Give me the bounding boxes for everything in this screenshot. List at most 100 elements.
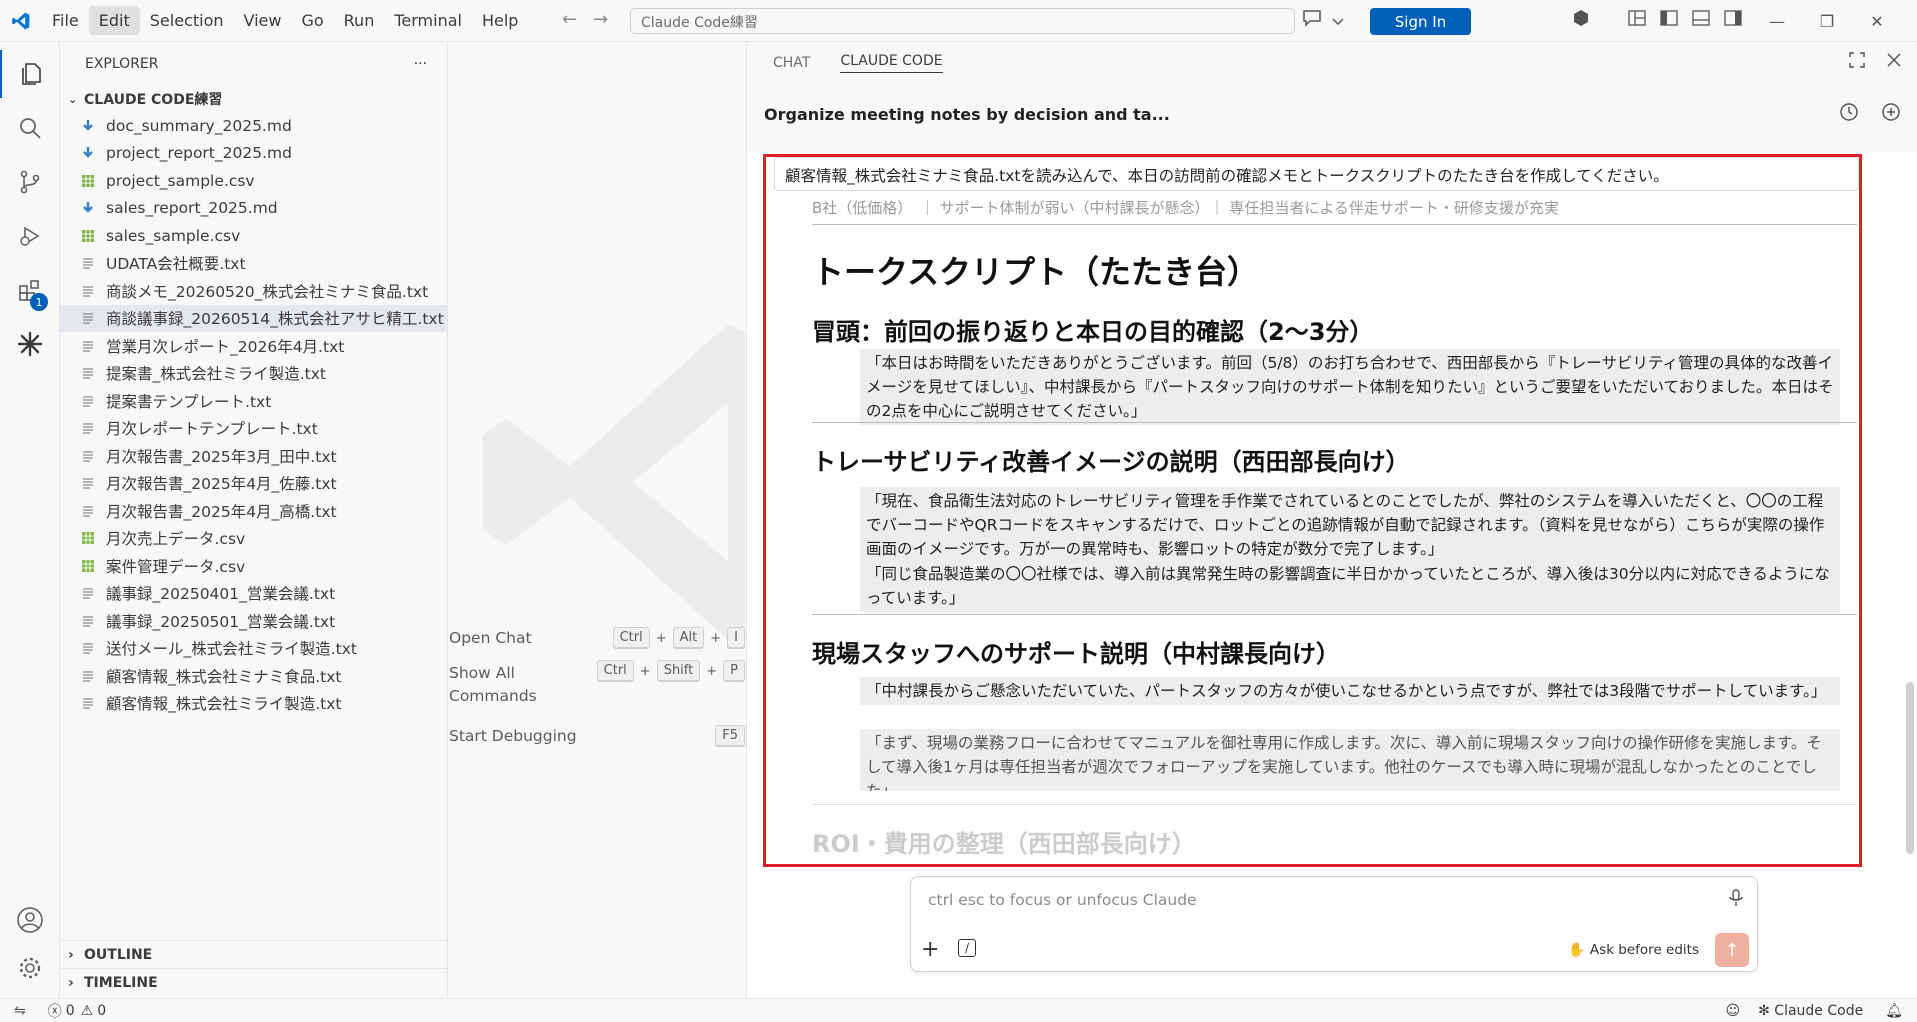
file-item[interactable]: project_report_2025.md — [60, 140, 447, 168]
account-icon[interactable] — [0, 896, 60, 944]
file-item[interactable]: 送付メール_株式会社ミライ製造.txt — [60, 635, 447, 663]
command-center-search[interactable]: Claude Code練習 — [630, 8, 1295, 34]
menu-view[interactable]: View — [234, 6, 292, 35]
csv-file-icon — [76, 559, 100, 573]
file-name: 月次報告書_2025年3月_田中.txt — [106, 447, 337, 466]
copilot-icon[interactable] — [1572, 9, 1590, 31]
close-window-icon[interactable]: ✕ — [1852, 0, 1902, 42]
file-item[interactable]: project_sample.csv — [60, 167, 447, 195]
key: P — [723, 660, 745, 682]
file-item[interactable]: 月次報告書_2025年4月_佐藤.txt — [60, 470, 447, 498]
menu-go[interactable]: Go — [291, 6, 333, 35]
file-item[interactable]: 営業月次レポート_2026年4月.txt — [60, 332, 447, 360]
prompt-input[interactable]: ctrl esc to focus or unfocus Claude — [928, 891, 1197, 909]
file-item[interactable]: 月次報告書_2025年3月_田中.txt — [60, 442, 447, 470]
toggle-sidebar-icon[interactable] — [1660, 9, 1678, 31]
txt-file-icon — [76, 311, 100, 325]
microphone-icon[interactable] — [1729, 889, 1743, 911]
vscode-logo-icon — [0, 0, 42, 42]
file-name: UDATA会社概要.txt — [106, 255, 246, 274]
vscode-watermark-icon — [459, 292, 745, 676]
close-panel-icon[interactable] — [1887, 52, 1901, 72]
file-name: 議事録_20250401_営業会議.txt — [106, 585, 336, 604]
menu-selection[interactable]: Selection — [140, 6, 234, 35]
panel-scrollbar[interactable] — [1906, 682, 1914, 854]
warning-icon[interactable]: ⚠ — [81, 1003, 94, 1019]
file-item[interactable]: 案件管理データ.csv — [60, 552, 447, 580]
maximize-icon[interactable] — [1849, 52, 1865, 72]
file-item[interactable]: 商談議事録_20260514_株式会社アサヒ精工.txt — [60, 304, 447, 332]
claude-code-status[interactable]: ✻ Claude Code — [1758, 1003, 1863, 1019]
error-icon[interactable]: ⓧ — [48, 1001, 62, 1021]
explorer-icon[interactable] — [0, 50, 60, 98]
ask-mode-toggle[interactable]: ✋ Ask before edits — [1568, 942, 1699, 958]
file-item[interactable]: sales_sample.csv — [60, 222, 447, 250]
chevron-down-icon[interactable] — [1332, 11, 1344, 30]
source-control-icon[interactable] — [0, 158, 60, 206]
section-heading-traceability: トレーサビリティ改善イメージの説明（西田部長向け） — [812, 448, 1410, 476]
txt-file-icon — [76, 614, 100, 628]
forward-arrow-icon[interactable]: → — [593, 9, 608, 30]
file-name: 提案書テンプレート.txt — [106, 392, 272, 411]
run-debug-icon[interactable] — [0, 212, 60, 260]
settings-gear-icon[interactable] — [0, 944, 60, 992]
user-message[interactable]: 顧客情報_株式会社ミナミ食品.txtを読み込んで、本日の訪問前の確認メモとトーク… — [774, 157, 1859, 191]
history-icon[interactable] — [1839, 102, 1859, 126]
file-item[interactable]: 提案書テンプレート.txt — [60, 387, 447, 415]
send-button[interactable]: ↑ — [1715, 933, 1749, 967]
search-icon[interactable] — [0, 104, 60, 152]
file-item[interactable]: UDATA会社概要.txt — [60, 250, 447, 278]
more-actions-icon[interactable]: ··· — [414, 56, 427, 72]
toggle-secondary-sidebar-icon[interactable] — [1724, 9, 1742, 31]
file-item[interactable]: 提案書_株式会社ミライ製造.txt — [60, 360, 447, 388]
csv-file-icon — [76, 531, 100, 545]
sign-in-button[interactable]: Sign In — [1370, 8, 1471, 35]
menu-run[interactable]: Run — [334, 6, 385, 35]
file-item[interactable]: 月次報告書_2025年4月_高橋.txt — [60, 497, 447, 525]
explorer-sidebar: EXPLORER ··· ⌄ CLAUDE CODE練習 doc_summary… — [60, 42, 448, 998]
extensions-icon[interactable]: 1 — [0, 266, 60, 314]
notifications-bell-icon[interactable]: 🔔︎ — [1885, 1003, 1903, 1019]
conversation-title[interactable]: Organize meeting notes by decision and t… — [764, 105, 1170, 124]
back-arrow-icon[interactable]: ← — [562, 9, 577, 30]
add-attachment-icon[interactable]: + — [921, 937, 939, 962]
toggle-panel-icon[interactable] — [1692, 9, 1710, 31]
menu-edit[interactable]: Edit — [88, 6, 140, 35]
copilot-status-icon[interactable]: ☺ — [1726, 1003, 1741, 1019]
menu-help[interactable]: Help — [472, 6, 528, 35]
restore-icon[interactable]: ❐ — [1802, 0, 1852, 42]
file-item[interactable]: 商談メモ_20260520_株式会社ミナミ食品.txt — [60, 277, 447, 305]
warning-count[interactable]: 0 — [97, 1003, 106, 1019]
chat-icon[interactable] — [1302, 9, 1322, 31]
error-count[interactable]: 0 — [66, 1003, 75, 1019]
tab-claude-code[interactable]: CLAUDE CODE — [840, 53, 943, 73]
workspace-folder[interactable]: ⌄ CLAUDE CODE練習 — [60, 86, 447, 112]
file-item[interactable]: 顧客情報_株式会社ミナミ食品.txt — [60, 662, 447, 690]
file-item[interactable]: 月次売上データ.csv — [60, 525, 447, 553]
timeline-section[interactable]: › TIMELINE — [60, 968, 448, 996]
slash-command-icon[interactable]: / — [958, 939, 976, 957]
script-heading: トークスクリプト（たたき台） — [812, 253, 1260, 291]
file-item[interactable]: 議事録_20250501_営業会議.txt — [60, 607, 447, 635]
minimize-icon[interactable]: — — [1752, 0, 1802, 42]
tab-chat[interactable]: CHAT — [773, 55, 810, 71]
menu-terminal[interactable]: Terminal — [384, 6, 472, 35]
hand-icon: ✋ — [1568, 942, 1585, 958]
shortcut-show-commands-keys: Ctrl + Shift + P — [596, 660, 745, 682]
file-item[interactable]: 議事録_20250401_営業会議.txt — [60, 580, 447, 608]
claude-icon[interactable] — [0, 320, 60, 368]
prompt-input-box[interactable]: ctrl esc to focus or unfocus Claude + / … — [910, 876, 1758, 972]
file-item[interactable]: doc_summary_2025.md — [60, 112, 447, 140]
outline-section[interactable]: › OUTLINE — [60, 940, 448, 968]
remote-icon[interactable]: ⇋ — [14, 1003, 26, 1019]
menu-file[interactable]: File — [42, 6, 89, 35]
customize-layout-icon[interactable] — [1628, 9, 1646, 31]
file-item[interactable]: sales_report_2025.md — [60, 195, 447, 223]
file-item[interactable]: 顧客情報_株式会社ミライ製造.txt — [60, 690, 447, 718]
new-chat-icon[interactable] — [1881, 102, 1901, 126]
file-item[interactable]: 月次レポートテンプレート.txt — [60, 415, 447, 443]
key: Shift — [656, 660, 701, 682]
txt-file-icon — [76, 476, 100, 490]
file-name: 月次売上データ.csv — [106, 530, 246, 549]
divider — [812, 614, 1857, 615]
